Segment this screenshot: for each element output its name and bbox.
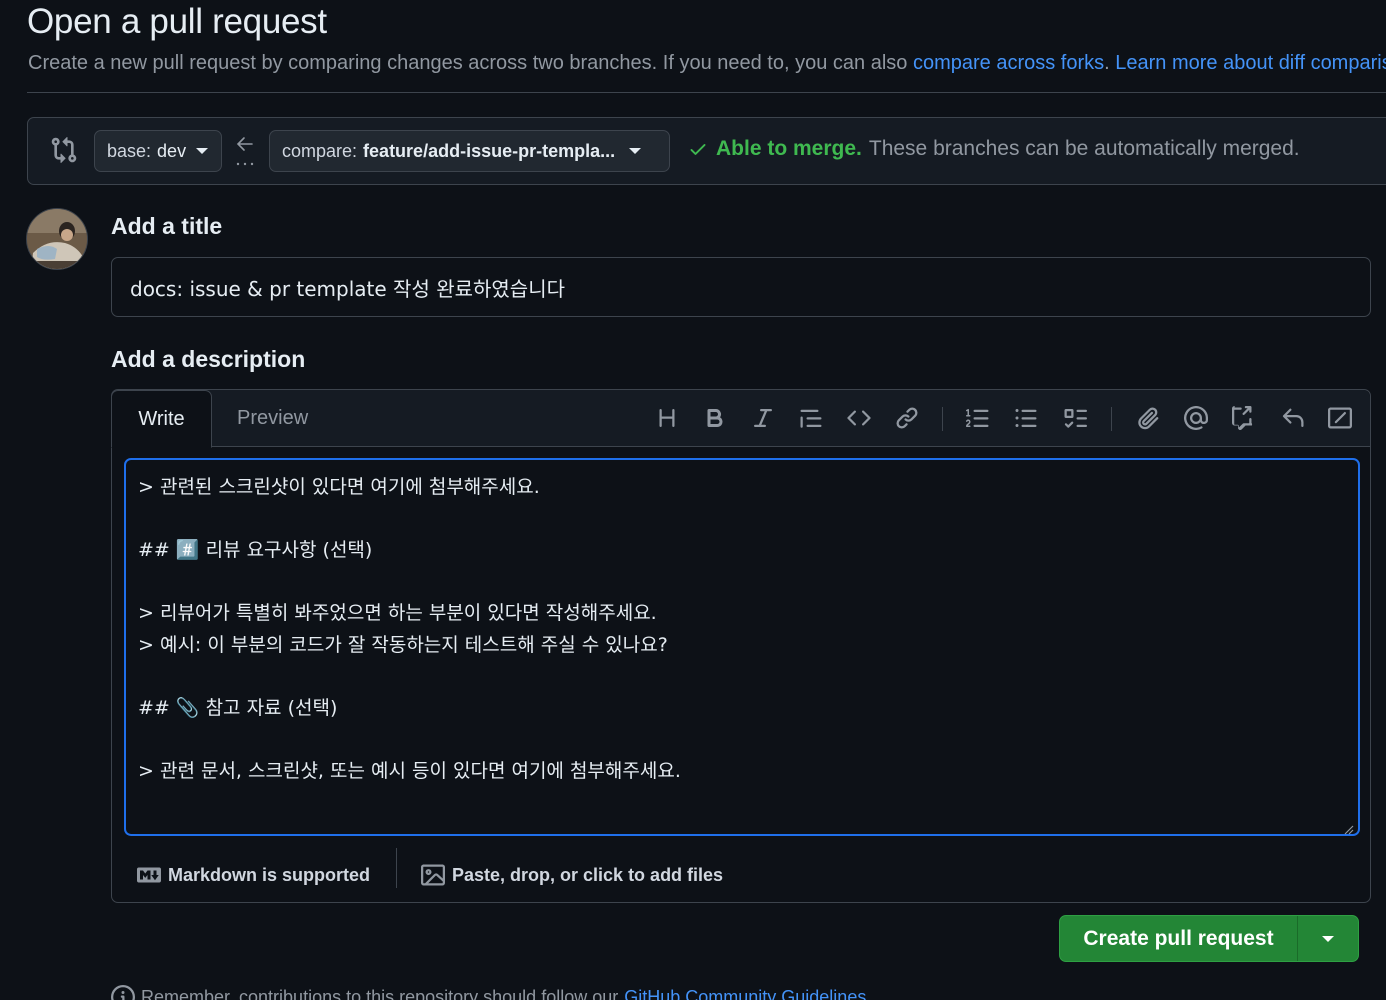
unordered-list-icon[interactable] <box>1013 405 1039 431</box>
merge-ok-label: Able to merge. <box>716 137 862 160</box>
link-icon[interactable] <box>894 405 920 431</box>
chevron-down-icon <box>196 148 209 154</box>
page: Open a pull request Create a new pull re… <box>0 0 1386 1000</box>
body-line <box>138 661 1346 693</box>
image-icon <box>421 864 445 886</box>
avatar[interactable] <box>26 208 88 270</box>
markdown-icon <box>137 867 161 883</box>
tab-preview[interactable]: Preview <box>237 390 308 447</box>
body-line: > 예시: 이 부분의 코드가 잘 작동하는지 테스트해 주실 수 있나요? <box>138 633 668 656</box>
base-branch-name: dev <box>157 140 187 161</box>
subtitle-text: Create a new pull request by comparing c… <box>28 52 913 74</box>
title-label: Add a title <box>111 213 223 239</box>
learn-more-link[interactable]: Learn more about diff comparisons <box>1115 52 1386 74</box>
compare-branch-button[interactable]: compare: feature/add-issue-pr-templa... <box>269 130 670 172</box>
remember-text: Remember, contributions to this reposito… <box>141 986 619 1000</box>
slash-command-icon[interactable] <box>1327 405 1353 431</box>
body-line: > 관련된 스크린샷이 있다면 여기에 첨부해주세요. <box>138 476 540 498</box>
body-line <box>138 504 1346 536</box>
toolbar-divider <box>1111 407 1112 431</box>
check-icon <box>690 144 706 155</box>
body-line: ## 📎 참고 자료 (선택) <box>138 696 338 719</box>
chevron-down-icon <box>629 148 642 154</box>
title-input-value: docs: issue & pr template 작성 완료하였습니다 <box>130 276 566 301</box>
community-guidelines-link[interactable]: GitHub Community Guidelines <box>624 987 866 1000</box>
markdown-note: Markdown is supported <box>168 864 371 885</box>
reply-icon[interactable] <box>1280 405 1306 431</box>
info-icon <box>111 985 135 1000</box>
page-title: Open a pull request <box>27 2 327 41</box>
description-editor: Write Preview > 관련된 스크린샷이 있다면 여기에 첨부해주세요… <box>111 389 1371 903</box>
body-line: > 관련 문서, 스크린샷, 또는 예시 등이 있다면 여기에 첨부해주세요. <box>138 759 681 782</box>
attach-note: Paste, drop, or click to add files <box>452 864 724 885</box>
markdown-supported-link[interactable]: Markdown is supported <box>137 848 370 902</box>
description-label: Add a description <box>111 346 306 372</box>
body-line <box>138 724 1346 756</box>
editor-footer: Markdown is supported Paste, drop, or cl… <box>112 848 1370 902</box>
add-files-button[interactable]: Paste, drop, or click to add files <box>421 848 723 902</box>
bold-icon[interactable] <box>702 405 728 431</box>
ordered-list-icon[interactable] <box>965 405 991 431</box>
header-divider <box>27 92 1386 93</box>
footer-divider <box>396 848 397 888</box>
body-line: ## #️⃣ 리뷰 요구사항 (선택) <box>138 539 373 561</box>
arrow-left-icon <box>233 133 257 169</box>
mention-icon[interactable] <box>1183 405 1209 431</box>
merge-status-text: These branches can be automatically merg… <box>868 137 1300 160</box>
create-pull-request-group: Create pull request <box>1059 915 1359 962</box>
description-textarea[interactable]: > 관련된 스크린샷이 있다면 여기에 첨부해주세요. ## #️⃣ 리뷰 요구… <box>124 458 1360 836</box>
toolbar-divider <box>942 407 943 431</box>
merge-status: Able to merge. These branches can be aut… <box>688 137 1300 161</box>
quote-icon[interactable] <box>798 405 824 431</box>
compare-branch-name: feature/add-issue-pr-templa... <box>363 140 616 161</box>
compare-prefix: compare: <box>282 140 358 161</box>
git-compare-icon <box>50 136 78 164</box>
body-line: > 리뷰어가 특별히 봐주었으면 하는 부분이 있다면 작성해주세요. <box>138 602 657 624</box>
italic-icon[interactable] <box>750 405 776 431</box>
heading-icon[interactable] <box>654 405 680 431</box>
tab-write[interactable]: Write <box>111 390 212 448</box>
page-subtitle: Create a new pull request by comparing c… <box>28 52 1386 75</box>
body-line <box>138 567 1346 599</box>
title-input[interactable]: docs: issue & pr template 작성 완료하였습니다 <box>111 257 1371 317</box>
chevron-down-icon <box>1322 935 1334 942</box>
create-pull-request-button[interactable]: Create pull request <box>1060 916 1298 961</box>
subtitle-period: . <box>1104 52 1116 74</box>
editor-toolbar: Write Preview <box>111 390 1370 448</box>
code-icon[interactable] <box>846 405 872 431</box>
resize-handle[interactable] <box>1342 818 1354 835</box>
compare-forks-link[interactable]: compare across forks <box>913 52 1104 74</box>
base-prefix: base: <box>107 140 152 161</box>
task-list-icon[interactable] <box>1062 405 1088 431</box>
attach-icon[interactable] <box>1135 405 1161 431</box>
reference-icon[interactable] <box>1231 405 1257 431</box>
create-options-dropdown[interactable] <box>1298 916 1358 961</box>
guidelines-notice: Remember, contributions to this reposito… <box>111 985 866 1000</box>
base-branch-button[interactable]: base: dev <box>94 130 222 172</box>
